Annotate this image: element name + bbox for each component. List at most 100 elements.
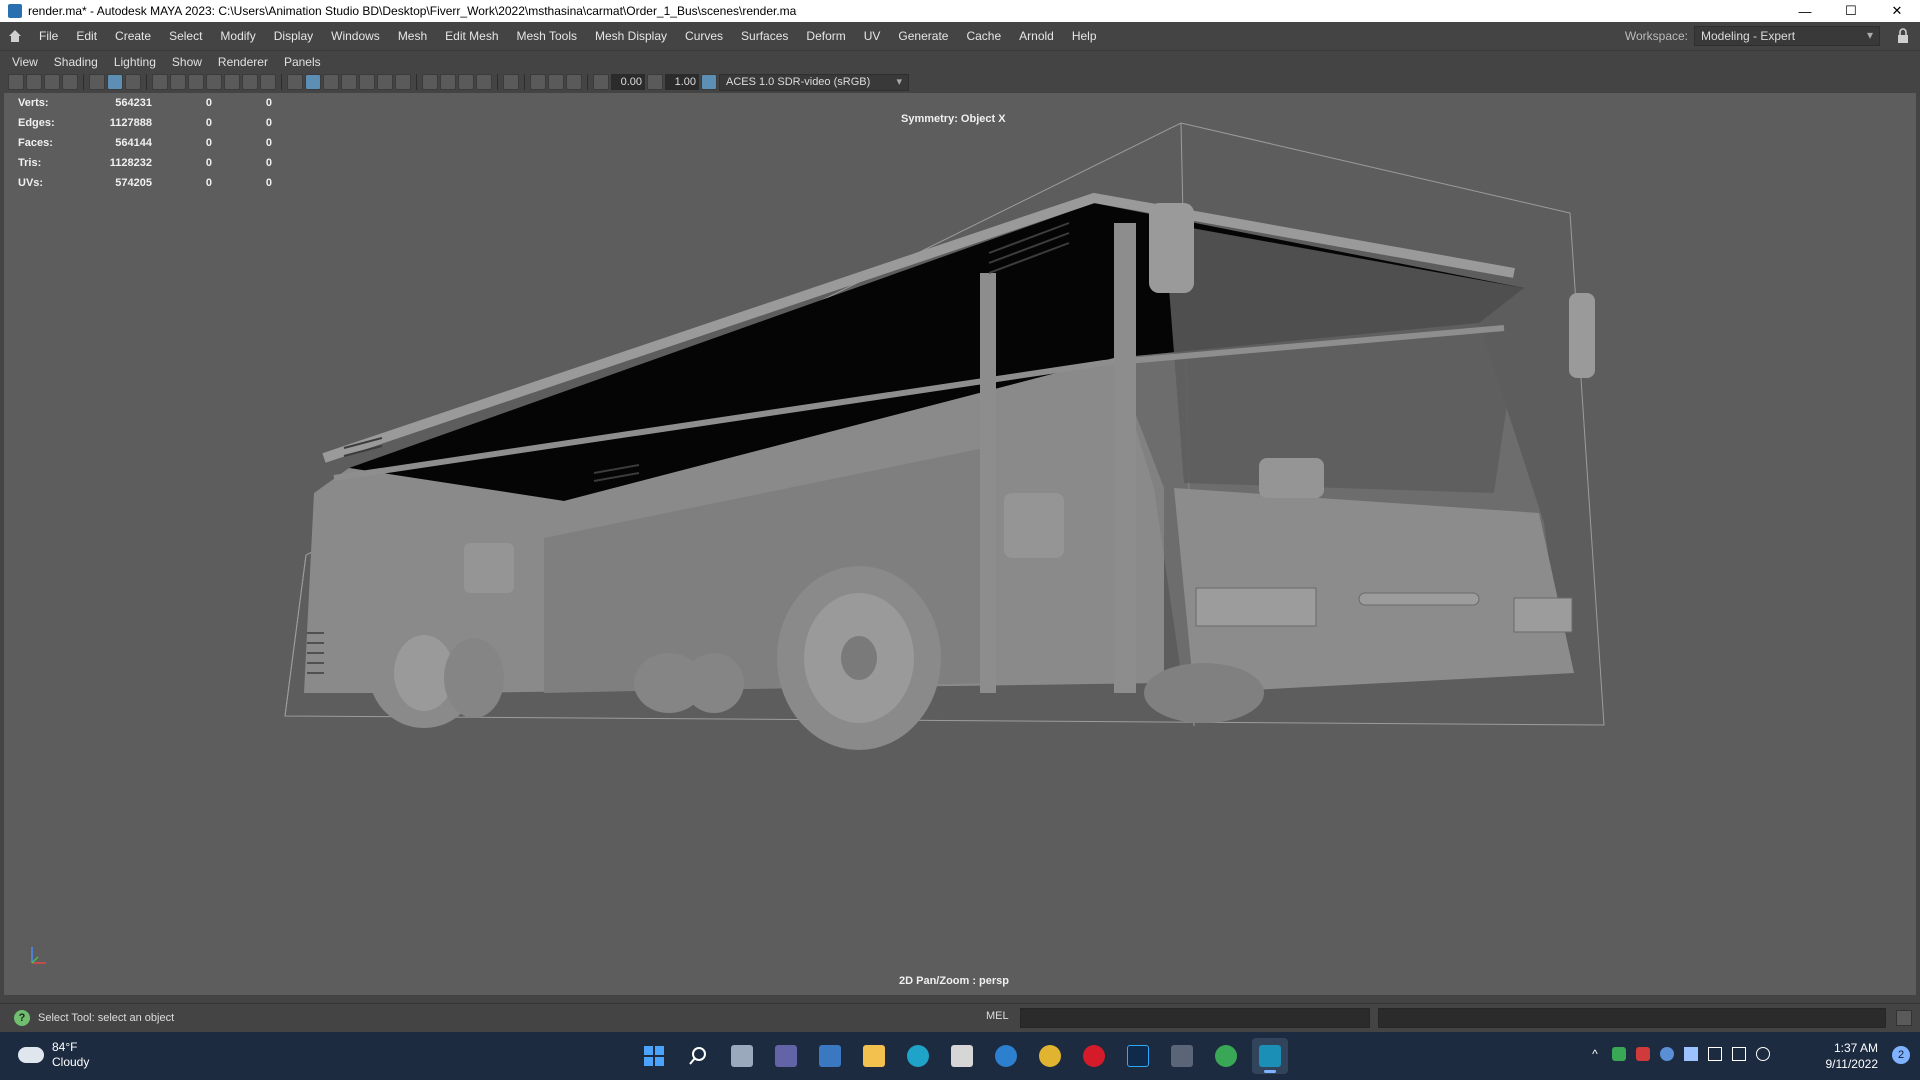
opera-button[interactable] (1076, 1038, 1112, 1074)
app-tray-icon[interactable] (1636, 1047, 1650, 1061)
grease-pencil-icon[interactable] (89, 74, 105, 90)
edge-button[interactable] (900, 1038, 936, 1074)
camera-bookmark-icon[interactable] (44, 74, 60, 90)
menu-edit[interactable]: Edit (67, 29, 106, 43)
chevron-up-icon[interactable]: ^ (1588, 1047, 1602, 1061)
menu-mesh-tools[interactable]: Mesh Tools (508, 29, 586, 43)
menu-mesh-display[interactable]: Mesh Display (586, 29, 676, 43)
bus-model-render[interactable] (4, 93, 1916, 995)
menu-select[interactable]: Select (160, 29, 211, 43)
stats-selected-components: 0 (265, 117, 272, 129)
menu-deform[interactable]: Deform (797, 29, 854, 43)
menu-mesh[interactable]: Mesh (389, 29, 436, 43)
dropbox-icon[interactable] (1684, 1047, 1698, 1061)
xray-joints-icon[interactable] (548, 74, 564, 90)
close-button[interactable]: ✕ (1874, 0, 1920, 22)
shadows-icon[interactable] (395, 74, 411, 90)
home-button[interactable] (0, 22, 30, 51)
stats-label: Faces: (18, 137, 53, 149)
menu-surfaces[interactable]: Surfaces (732, 29, 797, 43)
weather-widget[interactable]: 84°F Cloudy (18, 1040, 89, 1070)
menu-help[interactable]: Help (1063, 29, 1106, 43)
gamma-icon[interactable] (647, 74, 663, 90)
panel-menu-lighting[interactable]: Lighting (106, 55, 164, 69)
app-tray-icon[interactable] (1612, 1047, 1626, 1061)
motion-blur-icon[interactable] (440, 74, 456, 90)
chrome-profile-button[interactable] (1208, 1038, 1244, 1074)
notification-badge[interactable]: 2 (1892, 1046, 1910, 1064)
file-explorer-button[interactable] (856, 1038, 892, 1074)
menu-windows[interactable]: Windows (322, 29, 389, 43)
default-material-icon[interactable] (323, 74, 339, 90)
image-plane-icon[interactable] (62, 74, 78, 90)
pen-icon[interactable] (1708, 1047, 1722, 1061)
ambient-occlusion-icon[interactable] (422, 74, 438, 90)
menu-edit-mesh[interactable]: Edit Mesh (436, 29, 507, 43)
xray-icon[interactable] (530, 74, 546, 90)
menu-curves[interactable]: Curves (676, 29, 732, 43)
smooth-shade-icon[interactable] (305, 74, 321, 90)
view-transform-dropdown[interactable]: ACES 1.0 SDR-video (sRGB) (719, 73, 909, 91)
resolution-gate-icon[interactable] (188, 74, 204, 90)
start-button[interactable] (636, 1038, 672, 1074)
workspace-dropdown[interactable]: Modeling - Expert (1694, 26, 1880, 46)
mel-language-toggle[interactable]: MEL (986, 1010, 1009, 1022)
windows-start-icon (644, 1046, 664, 1066)
menu-file[interactable]: File (30, 29, 67, 43)
settings-button[interactable] (988, 1038, 1024, 1074)
panel-menu-renderer[interactable]: Renderer (210, 55, 276, 69)
exposure-field[interactable]: 0.00 (611, 74, 645, 90)
menu-arnold[interactable]: Arnold (1010, 29, 1063, 43)
menu-uv[interactable]: UV (855, 29, 890, 43)
menu-generate[interactable]: Generate (889, 29, 957, 43)
2d-pan-zoom-icon[interactable] (107, 74, 123, 90)
xray-active-components-icon[interactable] (566, 74, 582, 90)
teams-chat-button[interactable] (768, 1038, 804, 1074)
menu-modify[interactable]: Modify (211, 29, 264, 43)
panel-menu-show[interactable]: Show (164, 55, 210, 69)
minimize-button[interactable]: — (1782, 0, 1828, 22)
photoshop-button[interactable] (1120, 1038, 1156, 1074)
chrome-button[interactable] (1032, 1038, 1068, 1074)
safe-title-icon[interactable] (260, 74, 276, 90)
panel-menu-view[interactable]: View (4, 55, 46, 69)
store-button[interactable] (944, 1038, 980, 1074)
gate-mask-icon[interactable] (206, 74, 222, 90)
wireframe-on-shaded-icon[interactable] (341, 74, 357, 90)
grid-icon[interactable] (152, 74, 168, 90)
maya-taskbar-button[interactable] (1252, 1038, 1288, 1074)
volume-icon[interactable] (1756, 1047, 1770, 1061)
panel-menu-shading[interactable]: Shading (46, 55, 106, 69)
depth-of-field-icon[interactable] (476, 74, 492, 90)
command-line-input[interactable] (1020, 1008, 1370, 1028)
color-management-icon[interactable] (701, 74, 717, 90)
network-icon[interactable] (1732, 1047, 1746, 1061)
wireframe-icon[interactable] (287, 74, 303, 90)
taskbar-search[interactable] (680, 1038, 716, 1074)
safe-action-icon[interactable] (242, 74, 258, 90)
use-all-lights-icon[interactable] (377, 74, 393, 90)
film-gate-icon[interactable] (170, 74, 186, 90)
camera-attributes-icon[interactable] (26, 74, 42, 90)
menu-display[interactable]: Display (265, 29, 322, 43)
task-view-button[interactable] (724, 1038, 760, 1074)
textured-icon[interactable] (359, 74, 375, 90)
gamma-field[interactable]: 1.00 (665, 74, 699, 90)
perspective-viewport[interactable]: Verts: 564231 0 0 Edges: 1127888 0 0 Fac… (4, 93, 1916, 995)
maximize-button[interactable]: ☐ (1828, 0, 1874, 22)
anti-aliasing-icon[interactable] (458, 74, 474, 90)
menu-create[interactable]: Create (106, 29, 160, 43)
calculator-button[interactable] (1164, 1038, 1200, 1074)
exposure-icon[interactable] (593, 74, 609, 90)
system-clock[interactable]: 1:37 AM 9/11/2022 (1826, 1040, 1879, 1072)
grease-pencil-active-icon[interactable] (125, 74, 141, 90)
panel-menu-panels[interactable]: Panels (276, 55, 329, 69)
script-editor-icon[interactable] (1896, 1010, 1912, 1026)
field-chart-icon[interactable] (224, 74, 240, 90)
isolate-select-icon[interactable] (503, 74, 519, 90)
menu-cache[interactable]: Cache (957, 29, 1010, 43)
select-camera-icon[interactable] (8, 74, 24, 90)
lock-icon[interactable] (1896, 28, 1910, 44)
globe-icon[interactable] (1660, 1047, 1674, 1061)
photos-button[interactable] (812, 1038, 848, 1074)
